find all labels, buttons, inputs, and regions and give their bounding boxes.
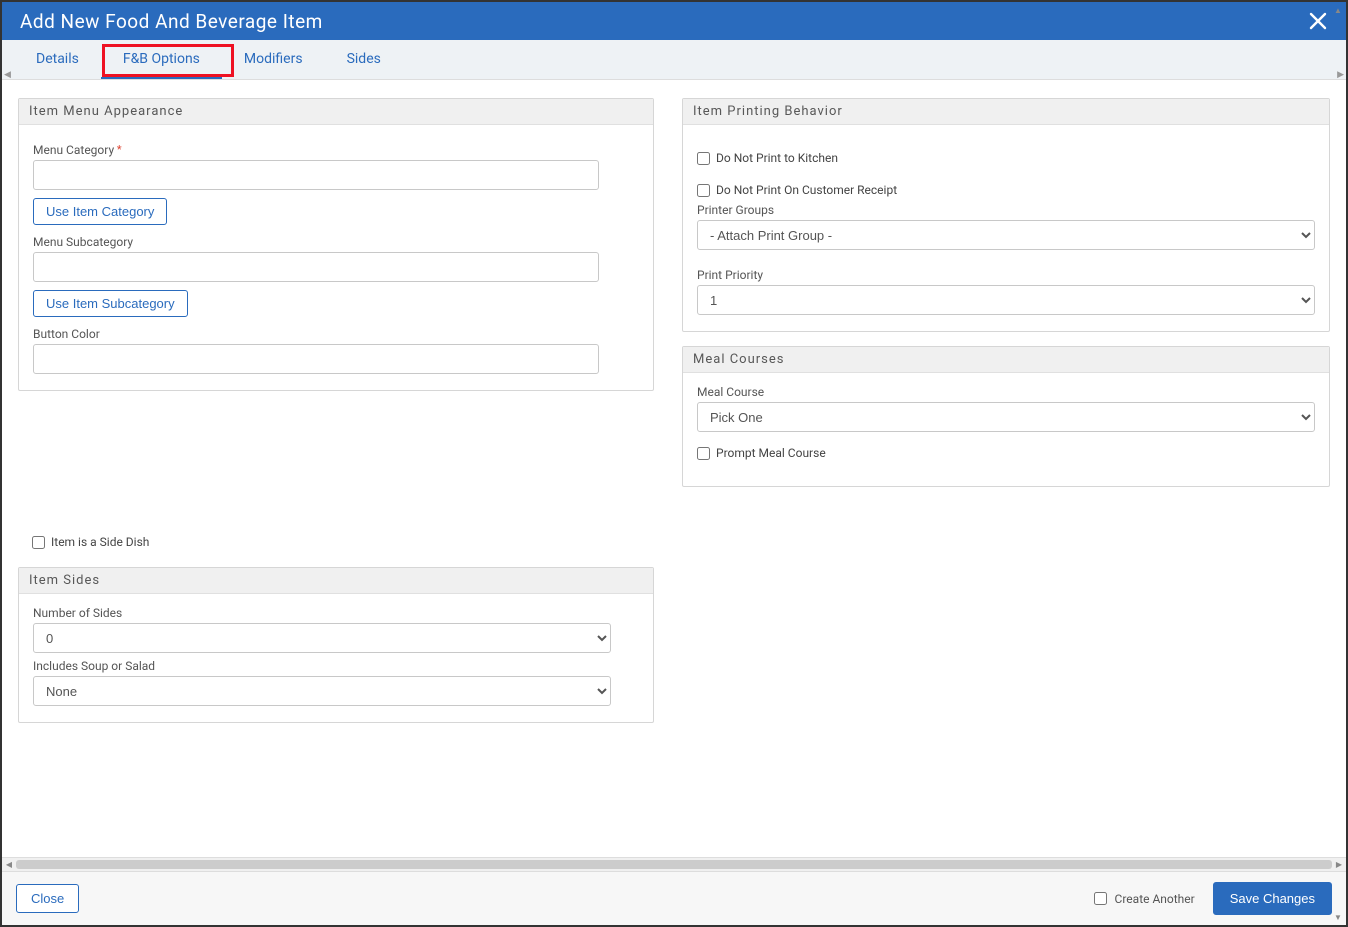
includes-soup-salad-select[interactable]: None — [33, 676, 611, 706]
prompt-meal-course-checkbox[interactable] — [697, 447, 710, 460]
required-star-icon: * — [114, 143, 121, 156]
side-dish-checkbox-row: Item is a Side Dish — [18, 525, 654, 553]
number-of-sides-select[interactable]: 0 — [33, 623, 611, 653]
label-printer-groups: Printer Groups — [697, 203, 1315, 217]
tab-fnb-options[interactable]: F&B Options — [101, 41, 222, 79]
modal-shell: Add New Food And Beverage Item ◀ Details… — [0, 0, 1348, 927]
tab-sides[interactable]: Sides — [325, 41, 403, 79]
meal-course-select[interactable]: Pick One — [697, 402, 1315, 432]
panel-item-printing-behavior: Item Printing Behavior Do Not Print to K… — [682, 98, 1330, 332]
close-icon[interactable] — [1304, 7, 1332, 35]
modal-titlebar: Add New Food And Beverage Item — [2, 2, 1346, 40]
label-includes-soup-salad: Includes Soup or Salad — [33, 659, 639, 673]
label-menu-category: Menu Category * — [33, 143, 639, 157]
hscroll-track[interactable] — [16, 860, 1332, 869]
panel-header-printing: Item Printing Behavior — [683, 99, 1329, 125]
vscroll-down-icon[interactable]: ▼ — [1332, 911, 1344, 923]
do-not-print-receipt-checkbox[interactable] — [697, 184, 710, 197]
menu-category-input[interactable] — [33, 160, 599, 190]
use-item-subcategory-button[interactable]: Use Item Subcategory — [33, 290, 188, 317]
label-menu-subcategory: Menu Subcategory — [33, 235, 639, 249]
left-column: Item Menu Appearance Menu Category * Use… — [18, 98, 654, 723]
label-number-of-sides: Number of Sides — [33, 606, 639, 620]
item-is-side-dish-checkbox[interactable] — [32, 536, 45, 549]
vscroll-up-icon[interactable]: ▲ — [1332, 4, 1344, 16]
close-button[interactable]: Close — [16, 884, 79, 913]
save-changes-button[interactable]: Save Changes — [1213, 882, 1332, 915]
horizontal-scrollbar[interactable]: ◀ ▶ — [2, 857, 1346, 871]
panel-header-item-sides: Item Sides — [19, 568, 653, 594]
modal-footer: Close Create Another Save Changes — [2, 871, 1346, 925]
vertical-scrollbar[interactable]: ▲ ▼ — [1332, 4, 1344, 923]
label-print-priority: Print Priority — [697, 268, 1315, 282]
button-color-input[interactable] — [33, 344, 599, 374]
create-another-label: Create Another — [1115, 892, 1195, 906]
panel-item-sides: Item Sides Number of Sides 0 Includes So… — [18, 567, 654, 723]
printer-groups-select[interactable]: - Attach Print Group - — [697, 220, 1315, 250]
label-button-color: Button Color — [33, 327, 639, 341]
tab-details[interactable]: Details — [14, 41, 101, 79]
right-column: Item Printing Behavior Do Not Print to K… — [682, 98, 1330, 487]
modal-body: Item Menu Appearance Menu Category * Use… — [2, 80, 1346, 857]
hscroll-left-icon[interactable]: ◀ — [2, 858, 16, 871]
do-not-print-receipt-label: Do Not Print On Customer Receipt — [716, 183, 897, 197]
do-not-print-kitchen-label: Do Not Print to Kitchen — [716, 151, 838, 165]
tab-scroll-left-icon[interactable]: ◀ — [4, 70, 11, 80]
panel-item-menu-appearance: Item Menu Appearance Menu Category * Use… — [18, 98, 654, 391]
tab-modifiers[interactable]: Modifiers — [222, 41, 325, 79]
create-another-checkbox[interactable] — [1094, 892, 1107, 905]
panel-header-meal-courses: Meal Courses — [683, 347, 1329, 373]
panel-header-appearance: Item Menu Appearance — [19, 99, 653, 125]
menu-subcategory-input[interactable] — [33, 252, 599, 282]
do-not-print-kitchen-checkbox[interactable] — [697, 152, 710, 165]
tab-strip: ◀ Details F&B Options Modifiers Sides ▶ — [2, 40, 1346, 80]
label-meal-course: Meal Course — [697, 385, 1315, 399]
panel-meal-courses: Meal Courses Meal Course Pick One Prompt… — [682, 346, 1330, 487]
use-item-category-button[interactable]: Use Item Category — [33, 198, 167, 225]
modal-title: Add New Food And Beverage Item — [20, 10, 323, 33]
print-priority-select[interactable]: 1 — [697, 285, 1315, 315]
item-is-side-dish-label: Item is a Side Dish — [51, 535, 149, 549]
prompt-meal-course-label: Prompt Meal Course — [716, 446, 826, 460]
